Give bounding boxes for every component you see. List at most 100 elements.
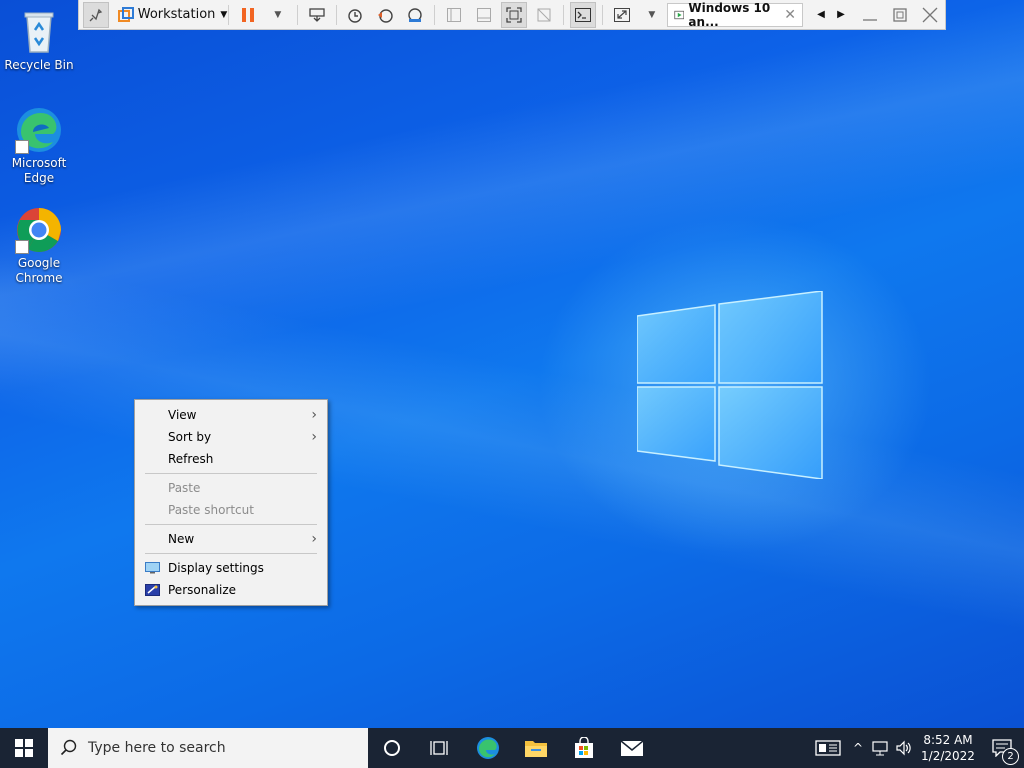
submenu-arrow-icon: › <box>311 429 317 445</box>
clock-date: 1/2/2022 <box>921 749 975 763</box>
network-button[interactable] <box>868 728 892 768</box>
menu-item-new[interactable]: New › <box>135 528 327 550</box>
file-explorer-icon <box>525 741 547 757</box>
snapshot-icon <box>348 8 363 23</box>
next-tab-button[interactable]: ▶ <box>833 2 849 28</box>
taskbar-mail-button[interactable] <box>608 728 656 768</box>
close-icon <box>922 7 938 22</box>
pin-toolbar-button[interactable] <box>83 1 109 28</box>
revert-snapshot-button[interactable] <box>372 2 398 28</box>
taskbar-search-box[interactable]: Type here to search <box>48 728 368 768</box>
console-view-button[interactable] <box>570 1 597 28</box>
submenu-arrow-icon: › <box>311 531 317 547</box>
volume-button[interactable] <box>892 728 916 768</box>
pause-icon <box>241 7 254 22</box>
menu-item-label: View <box>168 408 197 422</box>
full-screen-icon <box>506 6 522 23</box>
restore-button[interactable] <box>887 2 913 28</box>
show-hidden-icons-button[interactable]: ^ <box>848 728 868 768</box>
chevron-right-icon: ▶ <box>837 9 845 20</box>
light-beam <box>0 0 1024 768</box>
menu-separator <box>145 553 317 554</box>
cortana-button[interactable] <box>368 728 416 768</box>
menu-item-label: Paste shortcut <box>168 503 254 517</box>
desktop-icon-label: Microsoft Edge <box>11 156 67 185</box>
close-button[interactable] <box>917 2 943 28</box>
revert-snapshot-icon <box>378 8 394 23</box>
store-icon <box>575 737 593 758</box>
stretch-guest-button[interactable] <box>609 2 635 28</box>
menu-item-sort-by[interactable]: Sort by › <box>135 426 327 448</box>
display-icon <box>145 562 160 574</box>
pause-button[interactable] <box>235 2 261 28</box>
stretch-icon <box>613 7 630 22</box>
menu-item-display-settings[interactable]: Display settings <box>135 557 327 579</box>
menu-item-personalize[interactable]: Personalize <box>135 579 327 601</box>
chevron-down-icon: ▼ <box>274 9 282 20</box>
news-icon <box>815 740 841 756</box>
menu-item-paste: Paste <box>135 477 327 499</box>
stretch-options-dropdown[interactable]: ▼ <box>639 2 665 28</box>
menu-separator <box>145 473 317 474</box>
start-button[interactable] <box>0 728 48 768</box>
keyboard-icon <box>309 7 325 22</box>
vm-running-icon <box>674 10 685 19</box>
action-center-button[interactable]: 2 <box>980 728 1024 768</box>
light-beam <box>0 0 1024 768</box>
unity-button[interactable] <box>531 2 557 28</box>
menu-separator <box>145 524 317 525</box>
vmware-toolbar: Workstation ▼ ▼ ▼ Windows 10 an... ✕ ◀ ▶ <box>78 0 946 30</box>
console-icon <box>575 7 592 22</box>
menu-item-label: Personalize <box>168 583 237 597</box>
pin-icon <box>89 8 103 21</box>
desktop-context-menu: View › Sort by › Refresh Paste Paste sho… <box>134 399 328 606</box>
chevron-down-icon: ▼ <box>220 9 228 20</box>
desktop-icon-label: Recycle Bin <box>4 58 74 72</box>
desktop-icon-chrome[interactable]: Google Chrome <box>2 206 76 286</box>
vmware-logo-icon <box>113 2 139 28</box>
volume-icon <box>896 740 911 756</box>
menu-item-label: Refresh <box>168 452 214 466</box>
search-icon <box>60 739 77 756</box>
menu-item-view[interactable]: View › <box>135 404 327 426</box>
chevron-left-icon: ◀ <box>817 9 825 20</box>
take-snapshot-button[interactable] <box>342 2 368 28</box>
workstation-menu[interactable]: Workstation ▼ <box>138 2 228 28</box>
menu-item-label: New <box>168 532 195 546</box>
desktop-icon-edge[interactable]: Microsoft Edge <box>2 106 76 186</box>
unity-icon <box>537 8 551 21</box>
toolbar-divider <box>434 4 436 25</box>
desktop-icon-recycle-bin[interactable]: Recycle Bin <box>2 8 76 73</box>
tab-windows-10-vm[interactable]: Windows 10 an... ✕ <box>666 0 804 29</box>
previous-tab-button[interactable]: ◀ <box>813 2 829 28</box>
recycle-bin-icon <box>15 8 63 56</box>
toolbar-divider <box>335 4 337 25</box>
chrome-icon <box>15 206 63 254</box>
library-icon <box>447 7 462 22</box>
menu-item-refresh[interactable]: Refresh <box>135 448 327 470</box>
task-view-icon <box>430 741 448 755</box>
chevron-up-icon: ^ <box>852 741 864 755</box>
show-library-button[interactable] <box>441 2 467 28</box>
snapshot-manager-button[interactable] <box>402 2 428 28</box>
taskbar-clock[interactable]: 8:52 AM 1/2/2022 <box>916 732 980 764</box>
search-placeholder: Type here to search <box>88 740 226 756</box>
tab-label: Windows 10 an... <box>688 0 771 29</box>
thumbnail-bar-icon <box>477 7 492 22</box>
toolbar-divider <box>602 4 603 25</box>
taskbar-store-button[interactable] <box>560 728 608 768</box>
desktop-icon-label: Google Chrome <box>15 256 63 285</box>
power-options-dropdown[interactable]: ▼ <box>265 2 291 28</box>
minimize-button[interactable] <box>857 2 883 28</box>
send-ctrl-alt-del-button[interactable] <box>304 2 330 28</box>
taskbar-edge-button[interactable] <box>464 728 512 768</box>
thumbnail-bar-button[interactable] <box>471 2 497 28</box>
menu-item-label: Sort by <box>168 430 212 444</box>
clock-time: 8:52 AM <box>923 733 973 747</box>
full-screen-button[interactable] <box>501 1 528 28</box>
news-widget-button[interactable] <box>808 728 848 768</box>
close-tab-icon[interactable]: ✕ <box>784 7 796 23</box>
task-view-button[interactable] <box>416 728 464 768</box>
workstation-menu-label: Workstation <box>137 7 216 22</box>
taskbar-file-explorer-button[interactable] <box>512 728 560 768</box>
